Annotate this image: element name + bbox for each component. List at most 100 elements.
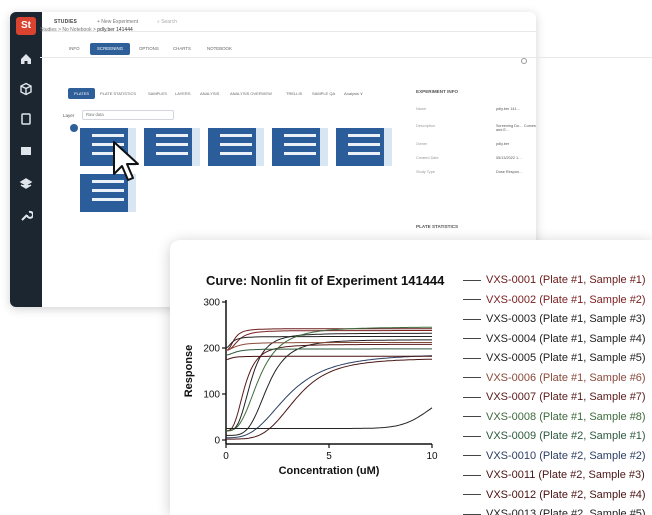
dose-response-chart: 0 100 200 300 0 5 10 Concentration (uM) Response: [183, 298, 438, 478]
info-value: pdly.ber: [496, 142, 510, 146]
ptab-trellis[interactable]: TRELLIS: [280, 88, 308, 99]
tab-options[interactable]: OPTIONS: [132, 43, 166, 55]
info-key: Owner: [416, 142, 428, 146]
layer-select[interactable]: Raw data: [82, 110, 174, 120]
legend-label: VXS-0006 (Plate #1, Sample #6): [486, 371, 646, 384]
breadcrumb-notebook[interactable]: No Notebook: [62, 27, 91, 33]
legend-swatch: [463, 513, 481, 515]
info-value: pdly.ber 141…: [496, 107, 521, 111]
home-icon[interactable]: [19, 52, 33, 66]
legend-item[interactable]: VXS-0013 (Plate #2, Sample #5): [463, 506, 646, 515]
info-key: Description: [416, 124, 435, 128]
legend-label: VXS-0003 (Plate #1, Sample #3): [486, 313, 646, 325]
info-row: Name pdly.ber 141…: [416, 107, 536, 111]
ptab-analysis-dropdown[interactable]: Analysis ∨: [338, 88, 369, 99]
legend-swatch: [463, 299, 481, 301]
legend-swatch: [463, 318, 481, 320]
info-row: Owner pdly.ber: [416, 142, 536, 146]
plate-thumbnail[interactable]: [144, 128, 200, 166]
legend-label: VXS-0013 (Plate #2, Sample #5): [486, 508, 646, 515]
y-tick-label: 300: [203, 298, 220, 309]
x-tick-label: 0: [223, 451, 229, 462]
legend-swatch: [463, 338, 481, 340]
breadcrumb-studies[interactable]: Studies: [40, 27, 57, 33]
breadcrumb-current: pdly.ber 141444: [97, 27, 133, 33]
legend-label: VXS-0009 (Plate #2, Sample #1): [486, 430, 646, 442]
tab-info[interactable]: INFO: [62, 43, 87, 55]
info-row: Created Date 05/13/2022 1…: [416, 156, 536, 160]
plate-thumbnail[interactable]: [208, 128, 264, 166]
legend-label: VXS-0008 (Plate #1, Sample #8): [486, 410, 646, 423]
layers-icon[interactable]: [19, 176, 33, 190]
experiment-info-panel: EXPERIMENT INFO Name pdly.ber 141… Descri…: [414, 72, 536, 232]
new-experiment-button[interactable]: + New Experiment: [97, 19, 138, 25]
legend-label: VXS-0004 (Plate #1, Sample #4): [486, 332, 646, 345]
tab-notebook[interactable]: NOTEBOOK: [200, 43, 239, 55]
info-value: Dose Respon…: [496, 170, 523, 174]
x-tick-label: 10: [426, 451, 438, 462]
legend-item[interactable]: VXS-0011 (Plate #2, Sample #3): [463, 467, 645, 484]
legend-label: VXS-0005 (Plate #1, Sample #5): [486, 352, 646, 364]
breadcrumb-sep: >: [58, 27, 61, 33]
notebook-icon[interactable]: [19, 112, 33, 126]
y-tick-label: 200: [203, 344, 220, 355]
experiment-tabs: INFO SCREENING OPTIONS CHARTS NOTEBOOK: [40, 40, 652, 58]
legend-swatch: [463, 396, 481, 398]
plate-statistics-title: PLATE STATISTICS: [416, 224, 459, 229]
cube-icon[interactable]: [19, 82, 33, 96]
legend-item[interactable]: VXS-0012 (Plate #2, Sample #4): [463, 487, 646, 504]
ptab-analysis[interactable]: ANALYSIS: [194, 88, 225, 99]
breadcrumb: Studies > No Notebook > pdly.ber 141444: [40, 27, 133, 33]
legend-item[interactable]: VXS-0010 (Plate #2, Sample #2): [463, 448, 646, 465]
legend-item[interactable]: VXS-0006 (Plate #1, Sample #6): [463, 370, 646, 387]
legend-swatch: [463, 357, 481, 359]
legend-swatch: [463, 435, 481, 437]
info-row: Study Type Dose Respon…: [416, 170, 536, 174]
info-value: 05/13/2022 1…: [496, 156, 522, 160]
ptab-plate-statistics[interactable]: PLATE STATISTICS: [94, 88, 142, 99]
curve-9: [225, 348, 432, 356]
ptab-plates[interactable]: PLATES: [68, 88, 96, 99]
cursor-icon: [113, 141, 139, 181]
experiment-info-title: EXPERIMENT INFO: [416, 89, 459, 94]
curve-5: [226, 339, 432, 436]
legend-label: VXS-0011 (Plate #2, Sample #3): [486, 469, 645, 481]
curve-3: [226, 332, 432, 432]
info-key: Study Type: [416, 170, 435, 174]
tab-charts[interactable]: CHARTS: [166, 43, 198, 55]
legend-item[interactable]: VXS-0009 (Plate #2, Sample #1): [463, 428, 646, 445]
ptab-sample-qa[interactable]: SAMPLE QA: [306, 88, 341, 99]
legend-label: VXS-0002 (Plate #1, Sample #2): [486, 293, 646, 306]
plate-thumbnail[interactable]: [336, 128, 392, 166]
selected-check-icon: [70, 124, 78, 132]
curve-11: [226, 358, 432, 440]
ptab-layers[interactable]: LAYERS: [169, 88, 197, 99]
x-tick-label: 5: [326, 451, 332, 462]
wrench-icon[interactable]: [19, 209, 33, 223]
breadcrumb-sep: >: [92, 27, 96, 33]
legend-item[interactable]: VXS-0007 (Plate #1, Sample #7): [463, 389, 646, 406]
legend-item[interactable]: VXS-0005 (Plate #1, Sample #5): [463, 350, 646, 367]
sidebar: St: [10, 12, 42, 307]
search-button[interactable]: ⌕ Search: [157, 19, 177, 25]
tab-screening[interactable]: SCREENING: [90, 43, 131, 55]
y-tick-label: 0: [214, 436, 220, 447]
legend-item[interactable]: VXS-0001 (Plate #1, Sample #1): [463, 272, 646, 289]
legend-item[interactable]: VXS-0004 (Plate #1, Sample #4): [463, 331, 646, 348]
info-value: Screening Do… Curves and E…: [496, 124, 536, 132]
legend-item[interactable]: VXS-0002 (Plate #1, Sample #2): [463, 292, 646, 309]
table-icon[interactable]: [19, 144, 33, 158]
section-title: STUDIES: [54, 19, 78, 25]
ptab-analysis-overview[interactable]: ANALYSIS OVERVIEW: [224, 88, 278, 99]
legend-swatch: [463, 455, 481, 457]
y-tick-label: 100: [203, 390, 220, 401]
legend-item[interactable]: VXS-0003 (Plate #1, Sample #3): [463, 311, 646, 328]
settings-icon[interactable]: [521, 58, 527, 64]
plate-thumbnail[interactable]: [272, 128, 328, 166]
curve-13: [226, 407, 433, 429]
legend-swatch: [463, 377, 481, 379]
info-key: Created Date: [416, 156, 439, 160]
app-logo[interactable]: St: [16, 17, 36, 35]
legend-item[interactable]: VXS-0008 (Plate #1, Sample #8): [463, 409, 646, 426]
legend-swatch: [463, 474, 481, 476]
